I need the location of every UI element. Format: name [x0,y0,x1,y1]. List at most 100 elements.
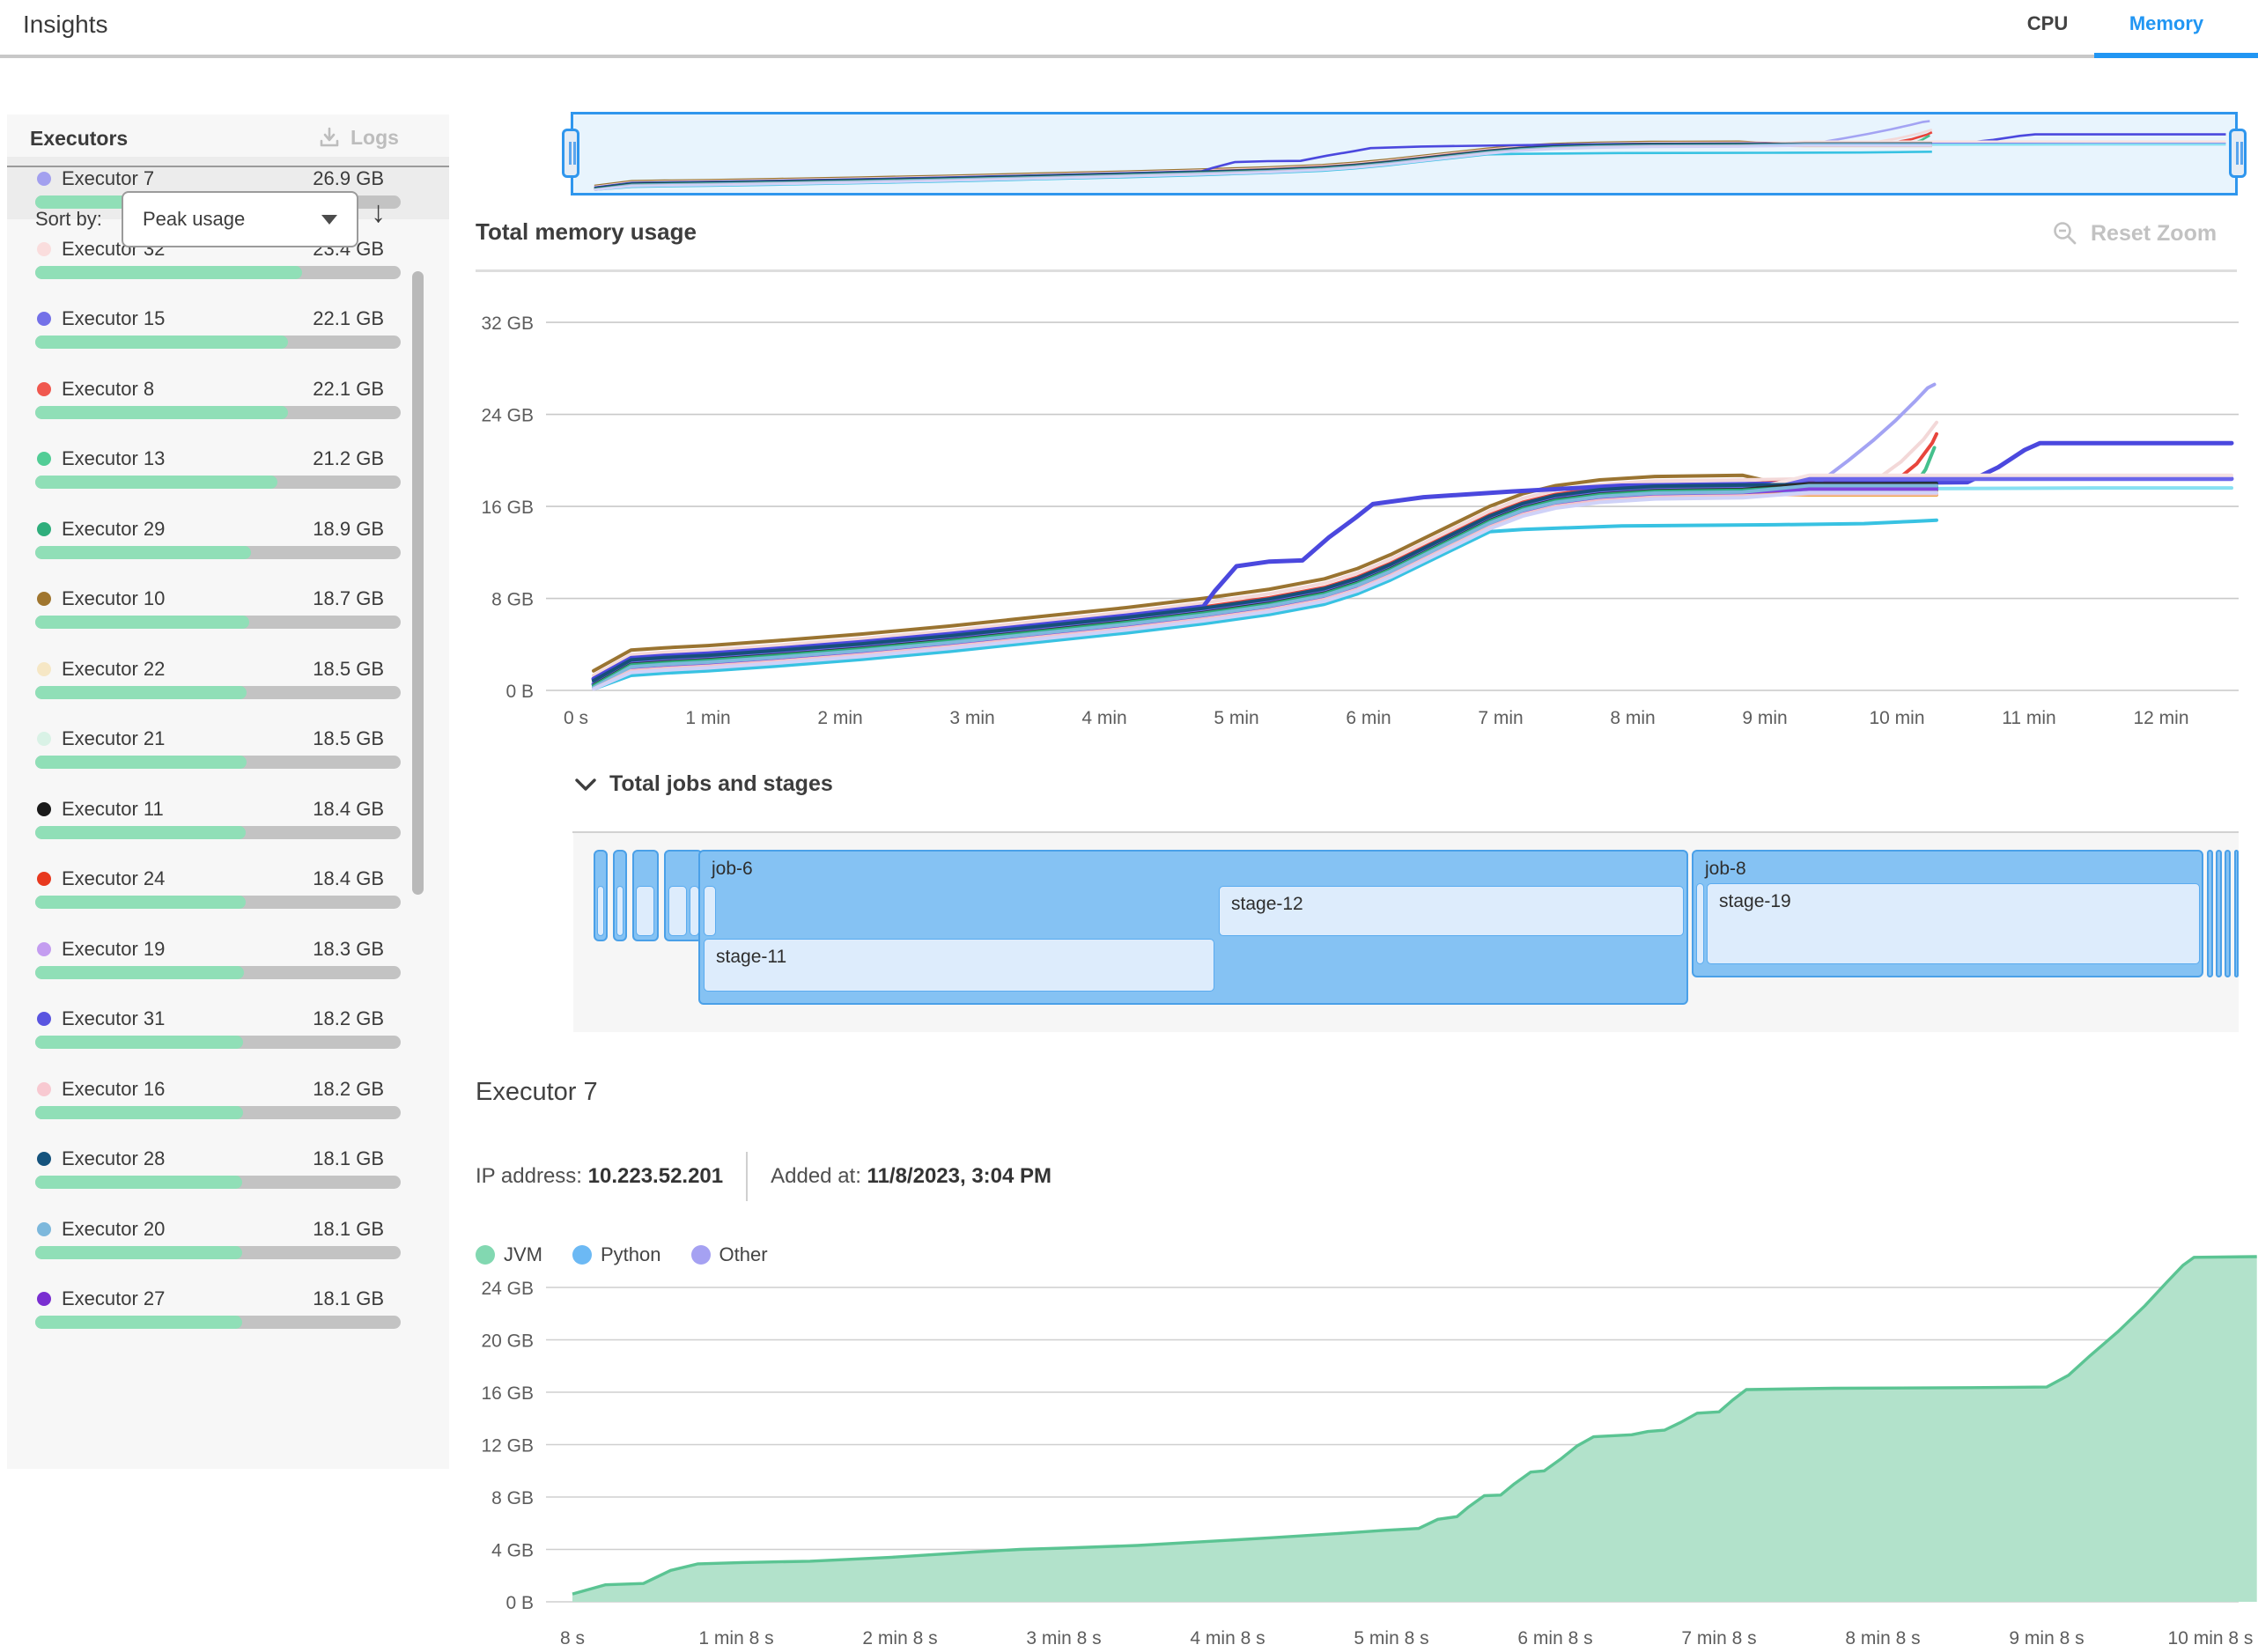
executor-memory-chart[interactable]: 24 GB20 GB16 GB12 GB8 GB4 GB0 B8 s1 min … [0,1233,2258,1652]
svg-text:11 min: 11 min [2002,708,2055,728]
executor-row[interactable]: Executor 1918.3 GB [7,927,449,990]
executors-title: Executors [30,127,128,151]
svg-text:24 GB: 24 GB [481,1279,534,1299]
svg-text:0 B: 0 B [505,1593,534,1613]
svg-text:5 min 8 s: 5 min 8 s [1354,1628,1428,1648]
svg-text:12 min: 12 min [2133,708,2188,728]
info-separator [746,1152,748,1201]
brush-handle-left[interactable] [562,129,579,178]
executor-usage-bar [35,896,401,909]
sort-dropdown[interactable]: Peak usage [122,191,358,247]
svg-text:8 min 8 s: 8 min 8 s [1845,1628,1920,1648]
svg-text:12 GB: 12 GB [481,1436,534,1457]
gantt-block[interactable] [2225,850,2231,977]
gantt-block[interactable] [597,886,604,936]
memory-series-executor-10 [594,476,1937,671]
total-memory-chart[interactable]: 32 GB24 GB16 GB8 GB0 B0 s1 min2 min3 min… [0,282,2258,740]
chevron-down-icon [321,215,337,225]
tab-memory[interactable]: Memory [2105,12,2228,35]
gantt-block-stage-11[interactable]: stage-11 [704,939,1214,992]
sort-by-label: Sort by: [35,208,102,231]
executor-peak-value: 18.3 GB [313,938,384,961]
executor-row[interactable]: Executor 31 18.2 GB [7,997,449,1059]
gantt-block-label: job-8 [1705,859,1746,880]
svg-text:0 B: 0 B [505,682,534,702]
svg-text:8 s: 8 s [560,1628,585,1648]
executor-usage-fill [35,1106,243,1119]
executor-info-row: IP address: 10.223.52.201 Added at: 11/8… [476,1152,1052,1201]
executor-usage-fill [35,826,246,839]
executor-color-dot [37,242,51,256]
added-label: Added at: [771,1164,861,1189]
executor-usage-fill [35,266,302,279]
gantt-block-label: stage-11 [716,947,786,968]
gantt-block-label: stage-19 [1719,891,1791,912]
tab-cpu[interactable]: CPU [2013,12,2082,35]
svg-text:9 min 8 s: 9 min 8 s [2009,1628,2084,1648]
gantt-block-label: stage-12 [1231,894,1303,915]
reset-zoom-button[interactable]: Reset Zoom [2052,220,2217,247]
svg-text:9 min: 9 min [1742,708,1787,728]
gantt-block-stage-19[interactable]: stage-19 [1707,883,2200,964]
gantt-block-stage-12[interactable]: stage-12 [1219,886,1684,936]
active-tab-underline [2094,53,2258,58]
brush-mini-chart[interactable] [573,114,2235,193]
gantt-block[interactable] [636,886,654,936]
sort-direction-button[interactable]: ↓ [371,195,386,230]
executor-name: Executor 24 [62,867,165,890]
gantt-block[interactable] [2234,850,2239,977]
jobs-section-title: Total jobs and stages [609,771,833,797]
svg-text:16 GB: 16 GB [481,1383,534,1404]
gantt-block[interactable] [2216,850,2222,977]
gantt-block[interactable] [668,886,687,936]
logs-label: Logs [351,126,399,150]
svg-text:7 min 8 s: 7 min 8 s [1681,1628,1756,1648]
executor-row[interactable]: Executor 2818.1 GB [7,1137,449,1199]
executor-usage-fill [35,1176,242,1189]
executor-name: Executor 31 [62,1007,165,1030]
executor-peak-value: 18.1 GB [313,1147,384,1170]
download-icon [317,125,342,150]
svg-text:4 min 8 s: 4 min 8 s [1190,1628,1265,1648]
executor-color-dot [37,942,51,956]
ip-value: 10.223.52.201 [588,1164,723,1189]
logs-button[interactable]: Logs [317,125,399,150]
gantt-block[interactable] [1696,883,1704,964]
executor-usage-bar [35,1036,401,1049]
gantt-block[interactable] [2207,850,2213,977]
executor-usage-bar [35,1176,401,1189]
svg-text:8 GB: 8 GB [491,1488,534,1508]
svg-text:16 GB: 16 GB [481,498,534,518]
executor-row[interactable]: Executor 1118.4 GB [7,787,449,850]
svg-text:3 min 8 s: 3 min 8 s [1026,1628,1101,1648]
executor-peak-value: 18.2 GB [313,1007,384,1030]
gantt-block[interactable] [704,886,716,936]
executor-usage-bar [35,826,401,839]
memory-chart-title: Total memory usage [476,218,697,246]
svg-text:2 min 8 s: 2 min 8 s [862,1628,937,1648]
zoom-out-icon [2052,220,2078,247]
executor-usage-fill [35,966,244,979]
svg-text:8 GB: 8 GB [491,590,534,610]
executor-color-dot [37,802,51,816]
brush-handle-right[interactable] [2229,129,2247,178]
svg-text:6 min: 6 min [1346,708,1391,728]
page-title: Insights [23,11,108,39]
executor-row[interactable]: Executor 24 18.4 GB [7,857,449,919]
executor-detail-title: Executor 7 [476,1078,598,1107]
jobs-section-toggle[interactable]: Total jobs and stages [574,771,833,797]
executor-color-dot [37,872,51,886]
svg-text:5 min: 5 min [1214,708,1258,728]
svg-text:6 min 8 s: 6 min 8 s [1517,1628,1592,1648]
gantt-block[interactable] [616,886,624,936]
svg-text:32 GB: 32 GB [481,313,534,334]
executor-usage-fill [35,756,247,769]
svg-text:24 GB: 24 GB [481,406,534,426]
svg-text:10 min: 10 min [1869,708,1924,728]
executor-row[interactable]: Executor 1618.2 GB [7,1067,449,1130]
executor-peak-value: 18.4 GB [313,867,384,890]
executor-name: Executor 7 [62,167,154,190]
svg-text:1 min: 1 min [685,708,730,728]
executor-name: Executor 16 [62,1078,165,1101]
sort-dropdown-value: Peak usage [143,208,245,231]
